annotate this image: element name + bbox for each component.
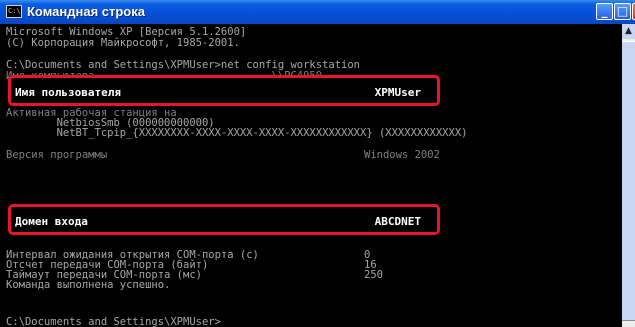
title-bar[interactable]: C:\ Командная строка _ □ x	[0, 0, 635, 24]
user-highlight-box: Имя пользователя XPMUser	[8, 75, 440, 106]
user-value: XPMUser	[374, 86, 421, 99]
maximize-button[interactable]: □	[614, 3, 631, 20]
vertical-scrollbar[interactable]: ▲	[622, 24, 635, 327]
scroll-thumb[interactable]	[622, 41, 635, 321]
user-label: Имя пользователя	[15, 86, 121, 99]
console-line: (С) Корпорация Майкрософт, 1985-2001.	[6, 37, 240, 49]
domain-highlight-box: Домен входа ABCDNET	[8, 204, 440, 235]
window-title: Командная строка	[27, 4, 145, 19]
domain-value: ABCDNET	[374, 215, 421, 228]
com-delay-value: 250	[364, 269, 383, 281]
minimize-button[interactable]: _	[596, 3, 613, 20]
version-value: Windows 2002	[364, 149, 440, 161]
command-prompt[interactable]: C:\Documents and Settings\XPMUser>	[6, 317, 221, 327]
scroll-up-arrow-icon[interactable]: ▲	[622, 24, 635, 39]
domain-label: Домен входа	[15, 215, 88, 228]
netbt-tcpip-line: NetBT_Tcpip_{XXXXXXXX-XXXX-XXXX-XXXX-XXX…	[6, 127, 468, 139]
version-label: Версия программы	[6, 149, 108, 161]
cmd-icon: C:\	[6, 5, 22, 18]
completed-message: Команда выполнена успешно.	[6, 279, 171, 291]
console-output[interactable]: Microsoft Windows XP [Версия 5.1.2600] (…	[0, 24, 622, 327]
